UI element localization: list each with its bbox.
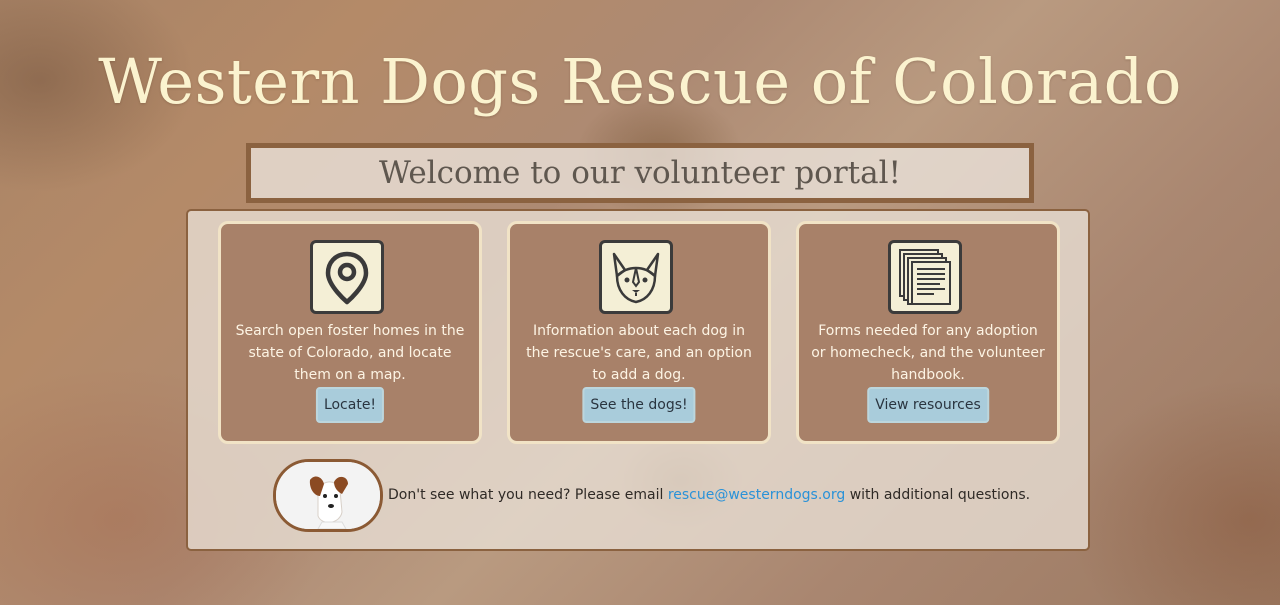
card-resources: Forms needed for any adoption or homeche… bbox=[796, 221, 1060, 444]
documents-icon[interactable] bbox=[888, 240, 962, 314]
dog-face-icon[interactable] bbox=[599, 240, 673, 314]
footer-message: Don't see what you need? Please email re… bbox=[388, 487, 1030, 503]
footer-prefix: Don't see what you need? Please email bbox=[388, 487, 668, 503]
card-foster-homes: Search open foster homes in the state of… bbox=[218, 221, 482, 444]
footer-contact: Don't see what you need? Please email re… bbox=[273, 458, 1030, 532]
site-title: Western Dogs Rescue of Colorado bbox=[98, 45, 1182, 118]
map-pin-icon[interactable] bbox=[310, 240, 384, 314]
card-dogs: Information about each dog in the rescue… bbox=[507, 221, 771, 444]
locate-button[interactable]: Locate! bbox=[315, 387, 385, 423]
card-description: Information about each dog in the rescue… bbox=[526, 323, 752, 383]
main-panel: Search open foster homes in the state of… bbox=[186, 209, 1090, 551]
card-description: Forms needed for any adoption or homeche… bbox=[811, 323, 1045, 383]
welcome-banner: Welcome to our volunteer portal! bbox=[246, 143, 1034, 203]
see-dogs-button[interactable]: See the dogs! bbox=[582, 387, 696, 423]
card-description: Search open foster homes in the state of… bbox=[235, 323, 465, 383]
email-link[interactable]: rescue@westerndogs.org bbox=[668, 487, 845, 503]
dog-photo bbox=[273, 458, 383, 532]
footer-suffix: with additional questions. bbox=[845, 487, 1031, 503]
view-resources-button[interactable]: View resources bbox=[867, 387, 989, 423]
